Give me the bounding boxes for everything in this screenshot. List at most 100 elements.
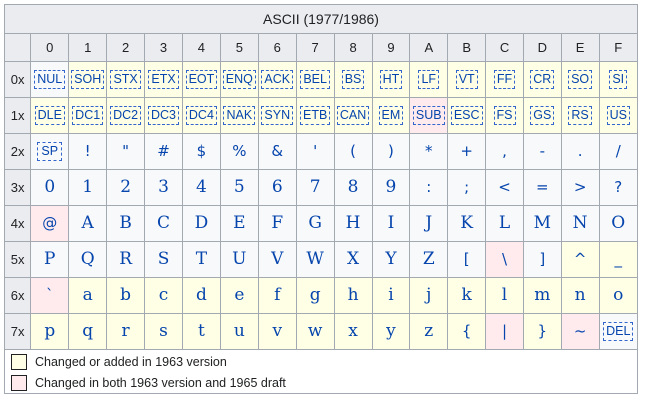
char-link[interactable]: e (234, 285, 244, 305)
char-link[interactable]: a (83, 285, 93, 305)
char-link[interactable]: K (460, 213, 473, 233)
char-link[interactable]: B (119, 213, 132, 233)
char-link[interactable]: ~ (574, 322, 587, 340)
char-link[interactable]: c (159, 285, 169, 305)
char-link[interactable]: ENQ (222, 69, 256, 89)
char-link[interactable]: q (82, 321, 93, 341)
char-link[interactable]: d (196, 285, 207, 305)
char-link[interactable]: ] (539, 250, 545, 268)
char-link[interactable]: o (613, 285, 623, 305)
char-link[interactable]: + (460, 142, 473, 160)
char-link[interactable]: A (82, 213, 94, 233)
char-link[interactable]: W (306, 249, 323, 269)
char-link[interactable]: % (232, 142, 246, 160)
char-link[interactable]: SUB (412, 105, 445, 125)
char-link[interactable]: H (346, 213, 361, 233)
char-link[interactable]: I (388, 213, 395, 233)
char-link[interactable]: R (119, 249, 132, 269)
char-link[interactable]: VT (455, 69, 478, 89)
char-link[interactable]: C (157, 213, 170, 233)
char-link[interactable]: l (502, 285, 507, 305)
char-link[interactable]: ? (614, 178, 622, 196)
char-link[interactable]: & (271, 142, 283, 160)
char-link[interactable]: u (234, 321, 245, 341)
char-link[interactable]: t (198, 321, 205, 341)
char-link[interactable]: DC1 (72, 105, 104, 125)
char-link[interactable]: z (424, 321, 433, 341)
char-link[interactable]: { (462, 322, 472, 340)
char-link[interactable]: O (611, 213, 625, 233)
char-link[interactable]: , (502, 142, 507, 160)
char-link[interactable]: : (426, 178, 431, 196)
char-link[interactable]: Z (423, 249, 435, 269)
char-link[interactable]: D (195, 213, 209, 233)
char-link[interactable]: \ (502, 250, 507, 268)
char-link[interactable]: ; (464, 178, 469, 196)
char-link[interactable]: J (425, 213, 432, 233)
char-link[interactable]: f (274, 285, 280, 305)
char-link[interactable]: ) (388, 142, 394, 160)
char-link[interactable]: ETB (300, 105, 331, 125)
char-link[interactable]: F (271, 213, 283, 233)
char-link[interactable]: CR (530, 69, 555, 89)
char-link[interactable]: j (426, 285, 431, 305)
char-link[interactable]: > (574, 178, 587, 196)
char-link[interactable]: ^ (574, 250, 587, 268)
char-link[interactable]: GS (530, 105, 555, 125)
char-link[interactable]: T (196, 249, 207, 269)
char-link[interactable]: N (573, 213, 588, 233)
char-link[interactable]: SYN (261, 105, 294, 125)
char-link[interactable]: M (534, 213, 551, 233)
char-link[interactable]: RS (568, 105, 592, 125)
char-link[interactable]: . (578, 142, 583, 160)
char-link[interactable]: E (233, 213, 245, 233)
char-link[interactable]: 1 (82, 177, 93, 197)
char-link[interactable]: FS (493, 105, 516, 125)
char-link[interactable]: [ (464, 250, 470, 268)
char-link[interactable]: 3 (158, 177, 169, 197)
char-link[interactable]: " (122, 142, 129, 160)
char-link[interactable]: k (462, 285, 472, 305)
char-link[interactable]: - (540, 142, 545, 160)
char-link[interactable]: G (308, 213, 322, 233)
char-link[interactable]: y (386, 321, 396, 341)
char-link[interactable]: $ (197, 142, 207, 160)
char-link[interactable]: L (499, 213, 510, 233)
char-link[interactable]: # (157, 142, 170, 160)
char-link[interactable]: _ (615, 250, 623, 268)
char-link[interactable]: X (347, 249, 359, 269)
char-link[interactable]: < (498, 178, 511, 196)
char-link[interactable]: 4 (196, 177, 207, 197)
char-link[interactable]: x (348, 321, 358, 341)
char-link[interactable]: ` (46, 286, 54, 304)
char-link[interactable]: n (575, 285, 586, 305)
char-link[interactable]: ETX (148, 69, 179, 89)
char-link[interactable]: LF (418, 69, 440, 89)
char-link[interactable]: P (44, 249, 55, 269)
char-link[interactable]: SP (37, 141, 63, 161)
char-link[interactable]: w (308, 321, 323, 341)
char-link[interactable]: } (538, 322, 548, 340)
char-link[interactable]: 5 (234, 177, 245, 197)
char-link[interactable]: g (310, 285, 321, 305)
char-link[interactable]: CAN (336, 105, 370, 125)
char-link[interactable]: NUL (34, 69, 66, 89)
char-link[interactable]: SO (568, 69, 593, 89)
char-link[interactable]: Y (385, 249, 396, 269)
char-link[interactable]: DC3 (148, 105, 180, 125)
char-link[interactable]: b (120, 285, 131, 305)
char-link[interactable]: EOT (185, 69, 218, 89)
char-link[interactable]: V (271, 249, 283, 269)
char-link[interactable]: = (536, 178, 549, 196)
char-link[interactable]: SI (609, 69, 628, 89)
char-link[interactable]: ESC (450, 105, 483, 125)
char-link[interactable]: h (348, 285, 359, 305)
char-link[interactable]: ! (85, 142, 91, 160)
char-link[interactable]: DC2 (110, 105, 142, 125)
char-link[interactable]: m (534, 285, 550, 305)
char-link[interactable]: DLE (34, 105, 65, 125)
char-link[interactable]: | (502, 322, 507, 340)
char-link[interactable]: BEL (300, 69, 330, 89)
char-link[interactable]: ' (313, 142, 317, 160)
char-link[interactable]: BS (341, 69, 365, 89)
